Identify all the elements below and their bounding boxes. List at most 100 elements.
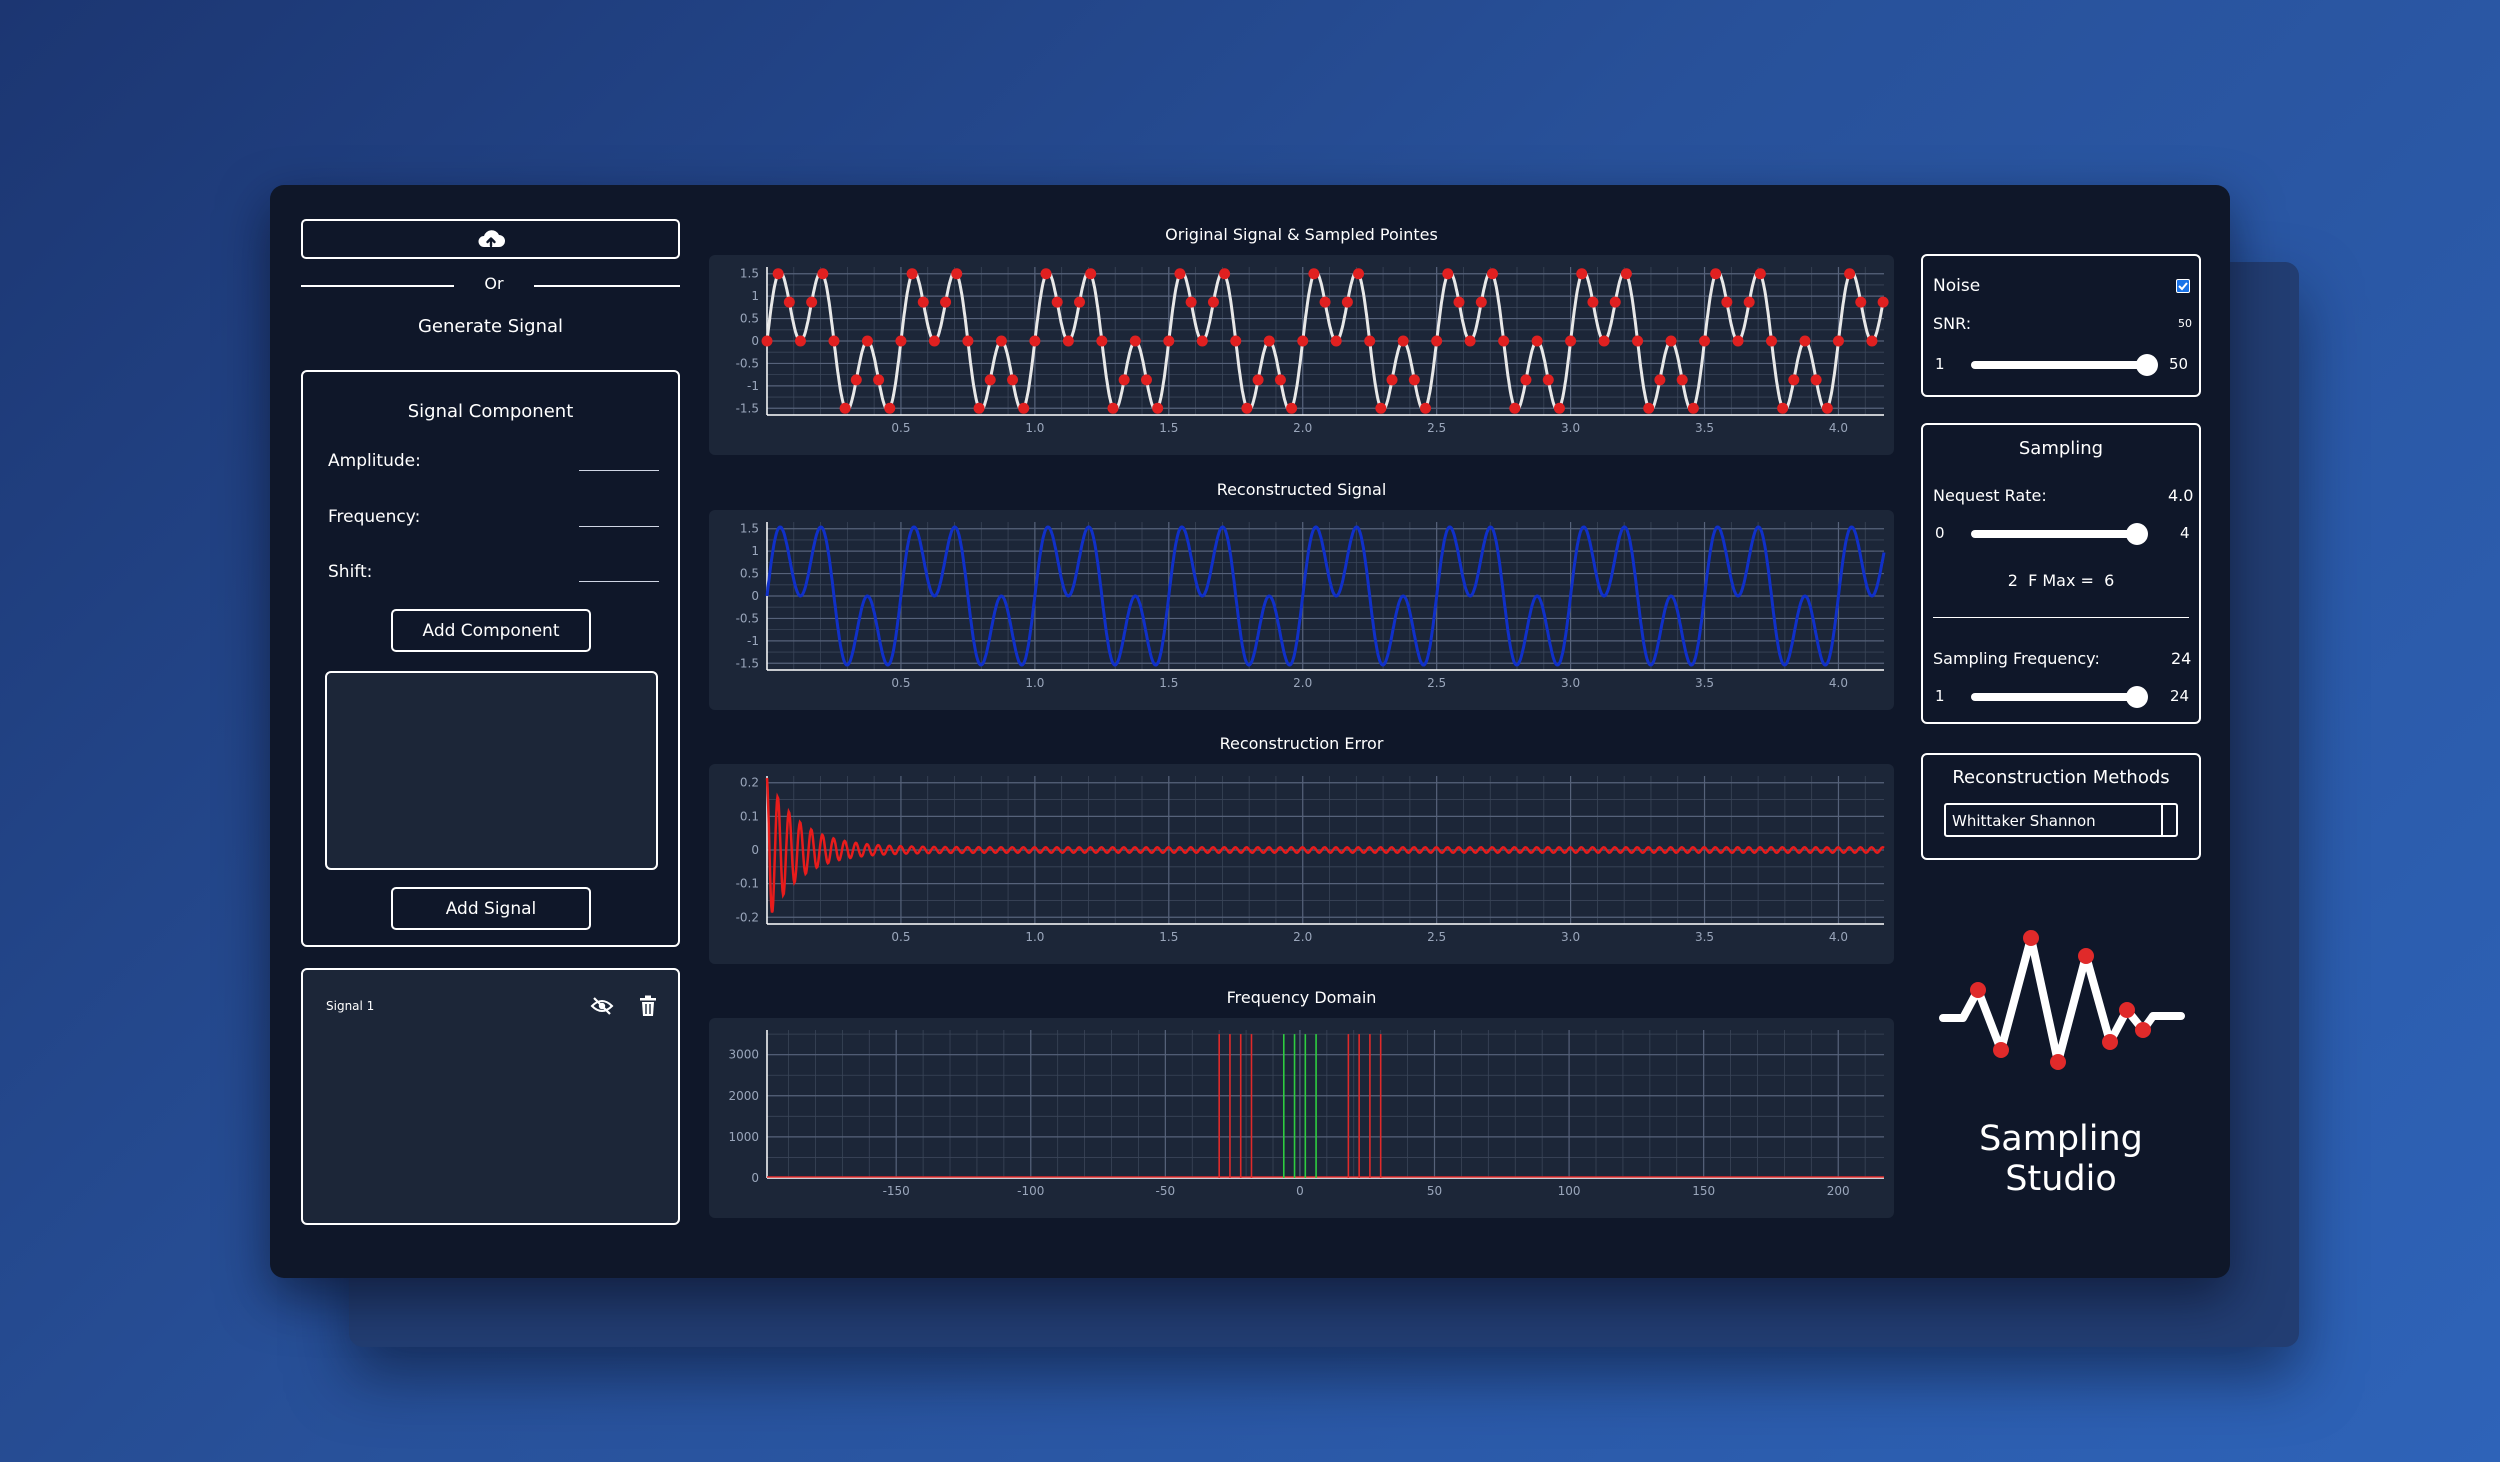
x-tick-label: 4.0 xyxy=(1829,421,1848,435)
y-tick-label: 1000 xyxy=(728,1130,759,1144)
x-tick-label: 2.5 xyxy=(1427,930,1446,944)
sampling-frequency-slider[interactable] xyxy=(1971,686,2148,708)
sample-point xyxy=(1018,402,1030,414)
upload-button[interactable] xyxy=(301,219,680,259)
sample-point xyxy=(1620,268,1632,280)
y-tick-label: 1 xyxy=(751,544,759,558)
y-tick-label: -1.5 xyxy=(736,656,759,670)
snr-value: 50 xyxy=(2178,317,2192,330)
x-tick-label: 3.5 xyxy=(1695,930,1714,944)
amplitude-input[interactable] xyxy=(579,451,659,471)
or-divider-left xyxy=(301,285,454,287)
sample-point xyxy=(1207,296,1219,308)
component-list-box[interactable] xyxy=(325,671,658,870)
sample-point xyxy=(1230,335,1242,347)
y-tick-label: 2000 xyxy=(728,1089,759,1103)
sample-point xyxy=(1263,335,1275,347)
sampling-frequency-slider-thumb[interactable] xyxy=(2126,686,2148,708)
frequency-input[interactable] xyxy=(579,507,659,527)
x-tick-label: 2.0 xyxy=(1293,676,1312,690)
x-tick-label: 1.0 xyxy=(1025,930,1044,944)
sample-point xyxy=(1219,268,1231,280)
x-tick-label: 200 xyxy=(1827,1184,1850,1198)
noise-checkbox[interactable] xyxy=(2176,279,2190,293)
sample-point xyxy=(973,402,985,414)
reconstruction-method-select[interactable]: Whittaker Shannon xyxy=(1944,803,2178,837)
y-tick-label: 3000 xyxy=(728,1048,759,1062)
reconstruction-methods-title: Reconstruction Methods xyxy=(1952,767,2170,788)
sample-point xyxy=(1654,374,1666,386)
sample-point xyxy=(1475,296,1487,308)
original-signal-chart[interactable]: 0.5 1.0 1.5 2.0 2.5 3.0 3.5 4.0 1.5 1 0.5 0 -0.5 -1 -1… xyxy=(709,255,1894,455)
sample-point xyxy=(1866,335,1878,347)
sample-point xyxy=(1442,268,1454,280)
trash-icon[interactable] xyxy=(639,995,657,1017)
nyquist-max-label: 4 xyxy=(2180,524,2190,542)
eye-off-icon[interactable] xyxy=(590,996,614,1016)
signal-name: Signal 1 xyxy=(326,999,375,1013)
signals-list-panel: Signal 1 xyxy=(301,968,680,1225)
select-separator xyxy=(2161,805,2163,835)
frequency-chart-title: Frequency Domain xyxy=(1226,988,1377,1007)
x-tick-label: 50 xyxy=(1427,1184,1442,1198)
nyquist-rate-value: 4.0 xyxy=(2168,486,2194,505)
y-tick-label: -1 xyxy=(747,634,759,648)
x-tick-label: 4.0 xyxy=(1829,930,1848,944)
sample-point xyxy=(1085,268,1097,280)
x-tick-label: 1.5 xyxy=(1159,676,1178,690)
signal-component-title: Signal Component xyxy=(407,401,574,422)
sample-point xyxy=(1542,374,1554,386)
sample-point xyxy=(1676,374,1688,386)
sample-point xyxy=(1832,335,1844,347)
sampling-divider xyxy=(1933,617,2189,618)
add-signal-button[interactable]: Add Signal xyxy=(391,887,591,930)
sample-point xyxy=(1486,268,1498,280)
sample-point xyxy=(1397,335,1409,347)
nyquist-rate-slider[interactable] xyxy=(1971,523,2148,545)
sample-point xyxy=(1241,402,1253,414)
sample-point xyxy=(917,296,929,308)
x-tick-label: 2.5 xyxy=(1427,676,1446,690)
sample-point xyxy=(1732,335,1744,347)
x-tick-label: -150 xyxy=(883,1184,910,1198)
reconstruction-error-chart[interactable]: 0.5 1.0 1.5 2.0 2.5 3.0 3.5 4.0 0.2 0.1 0 -0.1 -0.2 xyxy=(709,764,1894,964)
sample-point xyxy=(1341,296,1353,308)
sample-point xyxy=(1163,335,1175,347)
reconstructed-signal-plot: 0.5 1.0 1.5 2.0 2.5 3.0 3.5 4.0 1.5 1 0.5 0 -0.5 -1 -1… xyxy=(736,522,1886,690)
x-tick-label: 2.5 xyxy=(1427,421,1446,435)
sample-point xyxy=(884,402,896,414)
snr-slider-thumb[interactable] xyxy=(2136,354,2158,376)
snr-slider[interactable] xyxy=(1971,354,2158,376)
sample-point xyxy=(995,335,1007,347)
error-chart-title: Reconstruction Error xyxy=(1219,734,1384,753)
sample-point xyxy=(1353,268,1365,280)
sample-point xyxy=(1765,335,1777,347)
sample-point xyxy=(1185,296,1197,308)
snr-max-label: 50 xyxy=(2169,355,2189,373)
sample-point xyxy=(1687,402,1699,414)
sampling-frequency-max-label: 24 xyxy=(2170,687,2190,705)
y-tick-label: 0.2 xyxy=(740,776,759,790)
sample-point xyxy=(1877,296,1889,308)
sample-point xyxy=(1297,335,1309,347)
nyquist-slider-thumb[interactable] xyxy=(2126,523,2148,545)
sample-point xyxy=(1308,268,1320,280)
sample-point xyxy=(1598,335,1610,347)
frequency-domain-chart[interactable]: -150 -100 -50 0 50 100 150 200 3000 2000 1000 0 xyxy=(709,1018,1894,1218)
x-tick-label: 1.0 xyxy=(1025,676,1044,690)
sample-point xyxy=(962,335,974,347)
y-tick-label: 0 xyxy=(751,334,759,348)
sample-point xyxy=(1743,296,1755,308)
shift-input[interactable] xyxy=(579,562,659,582)
sample-point xyxy=(1062,335,1074,347)
sample-point xyxy=(951,268,963,280)
sample-point xyxy=(1319,296,1331,308)
add-component-button[interactable]: Add Component xyxy=(391,609,591,652)
sampling-frequency-value: 24 xyxy=(2171,649,2192,668)
reconstructed-signal-chart[interactable]: 0.5 1.0 1.5 2.0 2.5 3.0 3.5 4.0 1.5 1 0.5 0 -0.5 -1 -1… xyxy=(709,510,1894,710)
sample-point xyxy=(1074,296,1086,308)
sample-point xyxy=(1464,335,1476,347)
y-tick-label: 0.1 xyxy=(740,809,759,823)
y-tick-label: -0.1 xyxy=(736,877,759,891)
x-tick-label: 3.0 xyxy=(1561,421,1580,435)
